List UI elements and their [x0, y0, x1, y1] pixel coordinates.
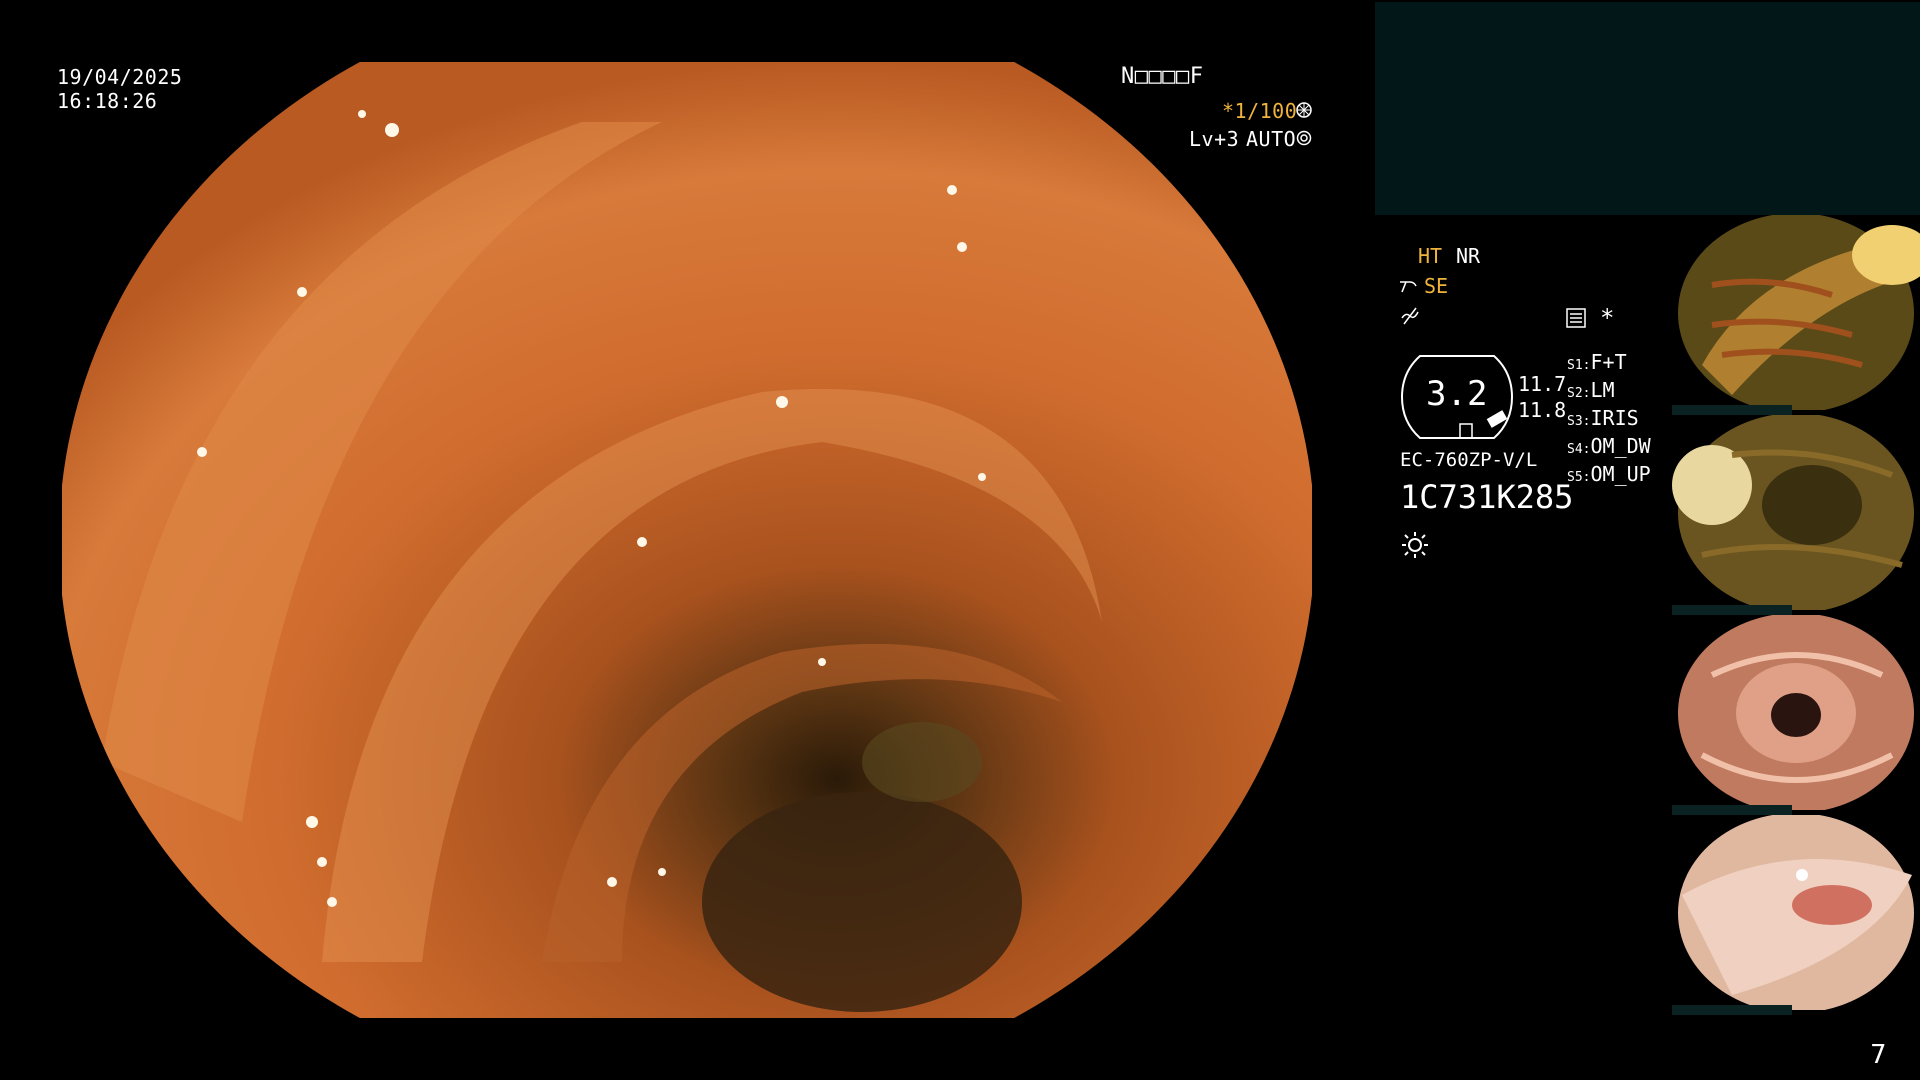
level-label: Lv+3	[1189, 127, 1240, 151]
wave-icon	[1400, 306, 1420, 326]
date-label: 19/04/2025	[57, 65, 183, 89]
thumbnail-1-strip	[1672, 405, 1792, 415]
asterisk-label: *	[1600, 304, 1615, 332]
switch-item: S4:OM_DW	[1567, 434, 1651, 458]
switch-item: S2:LM	[1567, 378, 1615, 402]
reading-2: 11.8	[1518, 398, 1567, 422]
scope-model: EC-760ZP-V/L	[1400, 449, 1538, 471]
switch-list: S1:F+T S2:LM S3:IRIS S4:OM_DW S5:OM_UP	[1567, 350, 1651, 490]
side-info-panel	[1375, 2, 1920, 215]
endoscope-main-view	[62, 62, 1312, 1018]
thumbnail-3[interactable]	[1672, 615, 1920, 810]
shutter-speed: *1/100	[1222, 99, 1298, 123]
patient-id: N□□□□F	[1121, 64, 1204, 89]
thumbnail-4-strip	[1672, 1005, 1792, 1015]
scope-serial: 1C731K285	[1400, 478, 1574, 516]
page-number: 7	[1870, 1040, 1887, 1070]
scope-icon	[1398, 276, 1418, 296]
reading-1: 11.7	[1518, 372, 1567, 396]
gear-icon	[1296, 130, 1312, 146]
ht-label: HT	[1418, 244, 1443, 268]
switch-item: S1:F+T	[1567, 350, 1627, 374]
nr-label: NR	[1456, 244, 1481, 268]
thumbnail-3-strip	[1672, 805, 1792, 815]
auto-label: AUTO	[1246, 127, 1297, 151]
time-label: 16:18:26	[57, 89, 158, 113]
se-label: SE	[1424, 274, 1449, 298]
thumbnail-1[interactable]	[1672, 215, 1920, 410]
switch-item: S3:IRIS	[1567, 406, 1639, 430]
thumbnail-4[interactable]	[1672, 815, 1920, 1010]
lamp-icon	[1400, 530, 1430, 560]
aperture-icon	[1296, 102, 1312, 118]
switch-item: S5:OM_UP	[1567, 462, 1651, 486]
thumbnail-2[interactable]	[1672, 415, 1920, 610]
thumbnail-2-strip	[1672, 605, 1792, 615]
gauge-value: 3.2	[1426, 374, 1488, 414]
menu-icon	[1566, 308, 1586, 328]
